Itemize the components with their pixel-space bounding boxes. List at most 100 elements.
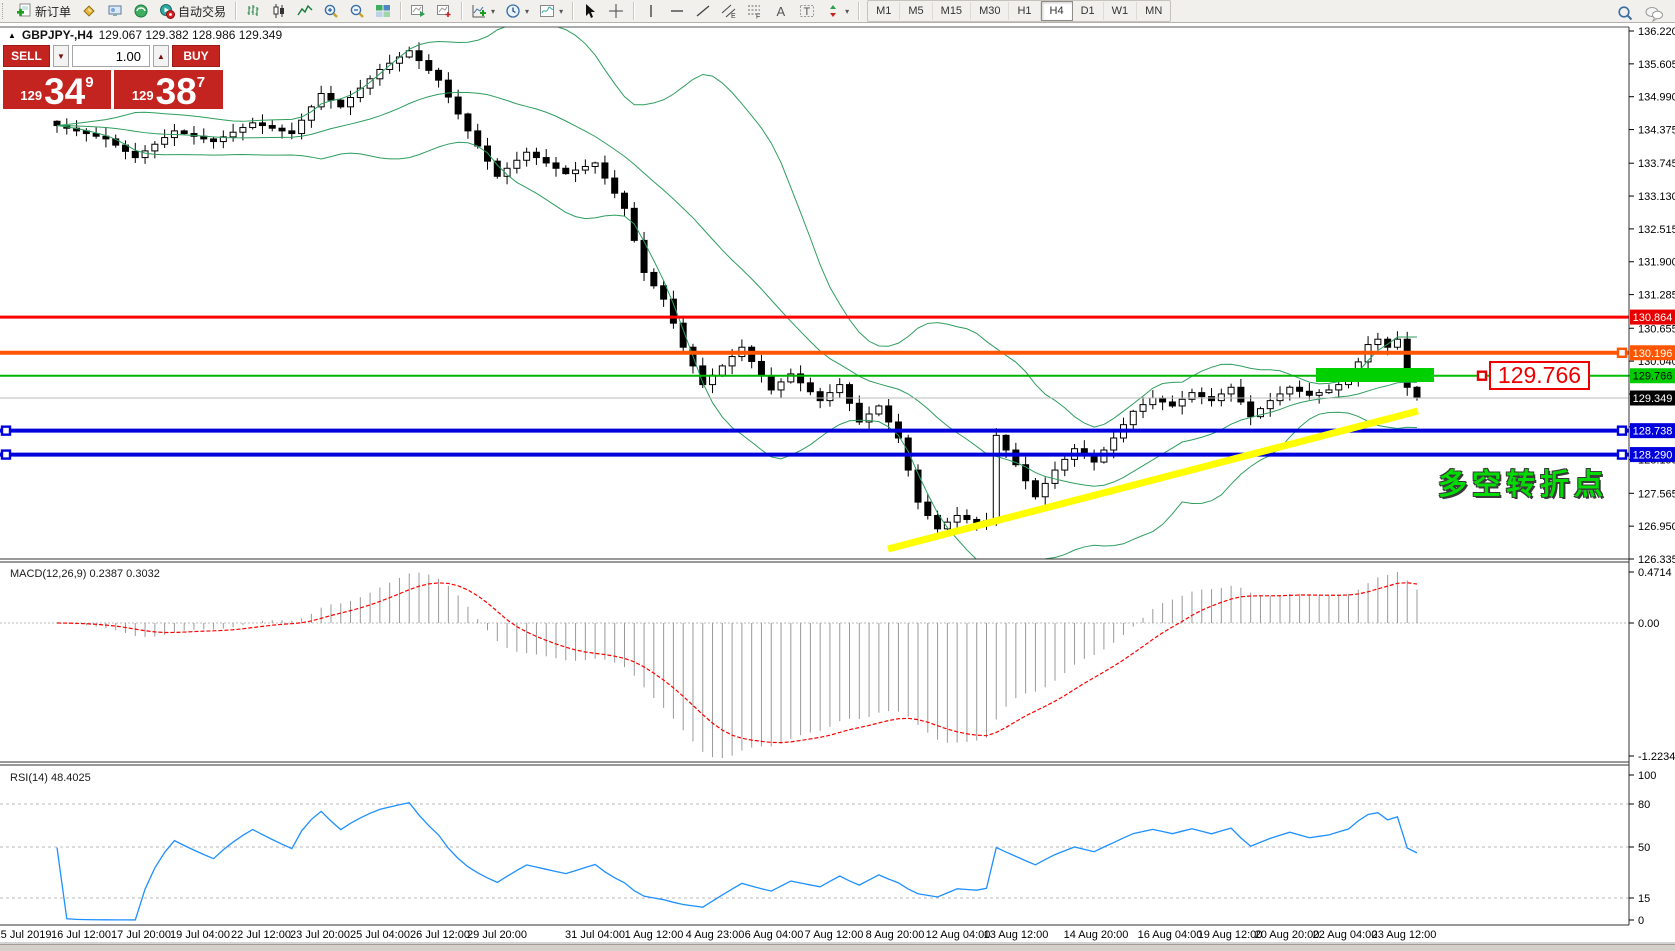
svg-text:A: A — [777, 4, 786, 19]
new-order-label: 新订单 — [35, 3, 71, 20]
svg-text:129.349: 129.349 — [1633, 393, 1673, 405]
time-axis-label: 22 Aug 04:00 — [1313, 929, 1378, 941]
price-callout-label[interactable]: 129.766 — [1489, 361, 1590, 390]
line-handle[interactable] — [1618, 427, 1626, 435]
cursor-icon — [582, 3, 598, 19]
search-button[interactable] — [1613, 1, 1638, 25]
equidistant-channel-button[interactable]: E — [717, 0, 741, 23]
new-order-button[interactable]: 新订单 — [12, 0, 75, 23]
svg-text:100: 100 — [1638, 770, 1656, 782]
svg-text:0.00: 0.00 — [1638, 618, 1659, 630]
svg-text:130.655: 130.655 — [1638, 323, 1675, 335]
auto-trading-button[interactable]: 自动交易 — [155, 0, 230, 23]
timeframe-button-M1[interactable]: M1 — [868, 2, 900, 20]
templates-button[interactable]: ▾ — [535, 0, 567, 23]
line-handle[interactable] — [2, 427, 10, 435]
timeframe-button-W1[interactable]: W1 — [1104, 2, 1138, 20]
crosshair-button[interactable] — [604, 0, 628, 23]
navigator-icon — [133, 3, 149, 19]
time-axis-label: 19 Aug 12:00 — [1198, 929, 1263, 941]
line-chart-icon — [297, 3, 313, 19]
chevron-down-icon: ▾ — [491, 7, 495, 16]
chart-title: ▲ GBPJPY-,H4 129.067 129.382 128.986 129… — [8, 28, 282, 42]
text-label-button[interactable]: T — [795, 0, 819, 23]
trendline-button[interactable] — [691, 0, 715, 23]
text-label-icon: T — [799, 3, 815, 19]
zoom-out-icon — [349, 3, 365, 19]
fibonacci-icon: F — [747, 3, 763, 19]
chat-button[interactable] — [1640, 1, 1668, 25]
market-watch-button[interactable] — [77, 0, 101, 23]
time-axis-label: 15 Jul 2019 — [0, 929, 51, 941]
time-axis-label: 23 Jul 20:00 — [290, 929, 350, 941]
horizontal-line-button[interactable] — [665, 0, 689, 23]
time-axis-label: 25 Jul 04:00 — [350, 929, 410, 941]
buy-price-tile[interactable]: 129 38 7 — [114, 70, 223, 109]
turning-point-annotation[interactable]: 多空转折点 — [1438, 461, 1608, 503]
track-chart-button[interactable] — [432, 0, 456, 23]
buy-price-sup: 7 — [197, 74, 205, 91]
time-axis-label: 31 Jul 04:00 — [565, 929, 625, 941]
arrows-icon — [825, 3, 841, 19]
sell-price-tile[interactable]: 129 34 9 — [3, 70, 111, 109]
chart-window: 136.220135.605134.990134.375133.745133.1… — [0, 23, 1675, 950]
timeframe-button-M30[interactable]: M30 — [971, 2, 1009, 20]
timeframe-button-D1[interactable]: D1 — [1073, 2, 1104, 20]
navigator-button[interactable] — [129, 0, 153, 23]
time-axis-label: 13 Aug 12:00 — [984, 929, 1049, 941]
macd-signal-line — [57, 583, 1417, 743]
arrows-button[interactable]: ▾ — [821, 0, 853, 23]
sell-button[interactable]: SELL — [3, 45, 50, 67]
volume-input[interactable] — [72, 45, 150, 67]
indicators-button[interactable]: ▾ — [467, 0, 499, 23]
collapse-trade-panel-icon[interactable]: ▲ — [8, 31, 16, 40]
chart-canvas[interactable]: 136.220135.605134.990134.375133.745133.1… — [0, 23, 1675, 950]
search-icon — [1617, 5, 1634, 22]
svg-text:131.900: 131.900 — [1638, 257, 1675, 269]
chevron-down-icon: ▾ — [845, 7, 849, 16]
bar-chart-button[interactable] — [241, 0, 265, 23]
timeframe-button-H4[interactable]: H4 — [1041, 1, 1073, 21]
volume-increase-button[interactable]: ▲ — [153, 45, 169, 67]
volume-decrease-button[interactable]: ▼ — [53, 45, 69, 67]
svg-text:127.565: 127.565 — [1638, 488, 1675, 500]
line-handle[interactable] — [1618, 451, 1626, 459]
new-order-icon — [16, 3, 32, 19]
main-plot — [0, 25, 1629, 566]
cursor-button[interactable] — [578, 0, 602, 23]
time-axis-label: 29 Jul 20:00 — [467, 929, 527, 941]
buy-button[interactable]: BUY — [172, 45, 220, 67]
fibonacci-button[interactable]: F — [743, 0, 767, 23]
data-window-icon — [107, 3, 123, 19]
horizontal-level-lines — [0, 317, 1629, 458]
line-chart-button[interactable] — [293, 0, 317, 23]
tile-windows-button[interactable] — [371, 0, 395, 23]
candlestick-chart-icon — [271, 3, 287, 19]
periods-button[interactable]: ▾ — [501, 0, 533, 23]
svg-text:128.290: 128.290 — [1633, 450, 1673, 462]
callout-handle[interactable] — [1478, 372, 1486, 380]
rsi-panel — [0, 803, 1629, 920]
toolbar-separator — [858, 2, 859, 20]
svg-text:126.335: 126.335 — [1638, 554, 1675, 566]
candlestick-chart-button[interactable] — [267, 0, 291, 23]
vertical-line-button[interactable] — [639, 0, 663, 23]
zoom-in-button[interactable] — [319, 0, 343, 23]
timeframe-button-H1[interactable]: H1 — [1009, 2, 1040, 20]
auto-arrange-button[interactable] — [406, 0, 430, 23]
svg-text:T: T — [804, 6, 811, 18]
toolbar-separator — [572, 2, 573, 20]
timeframe-button-M5[interactable]: M5 — [900, 2, 932, 20]
bar-chart-icon — [245, 3, 261, 19]
timeframe-button-MN[interactable]: MN — [1137, 2, 1170, 20]
zoom-out-button[interactable] — [345, 0, 369, 23]
line-handle[interactable] — [2, 451, 10, 459]
data-window-button[interactable] — [103, 0, 127, 23]
toolbar-separator — [235, 2, 236, 20]
time-axis-label: 16 Aug 04:00 — [1138, 929, 1203, 941]
line-handle[interactable] — [1618, 349, 1626, 357]
text-button[interactable]: A — [769, 0, 793, 23]
green-highlight-bar[interactable] — [1316, 368, 1434, 382]
macd-label: MACD(12,26,9) 0.2387 0.3032 — [10, 568, 160, 580]
timeframe-button-M15[interactable]: M15 — [933, 2, 971, 20]
